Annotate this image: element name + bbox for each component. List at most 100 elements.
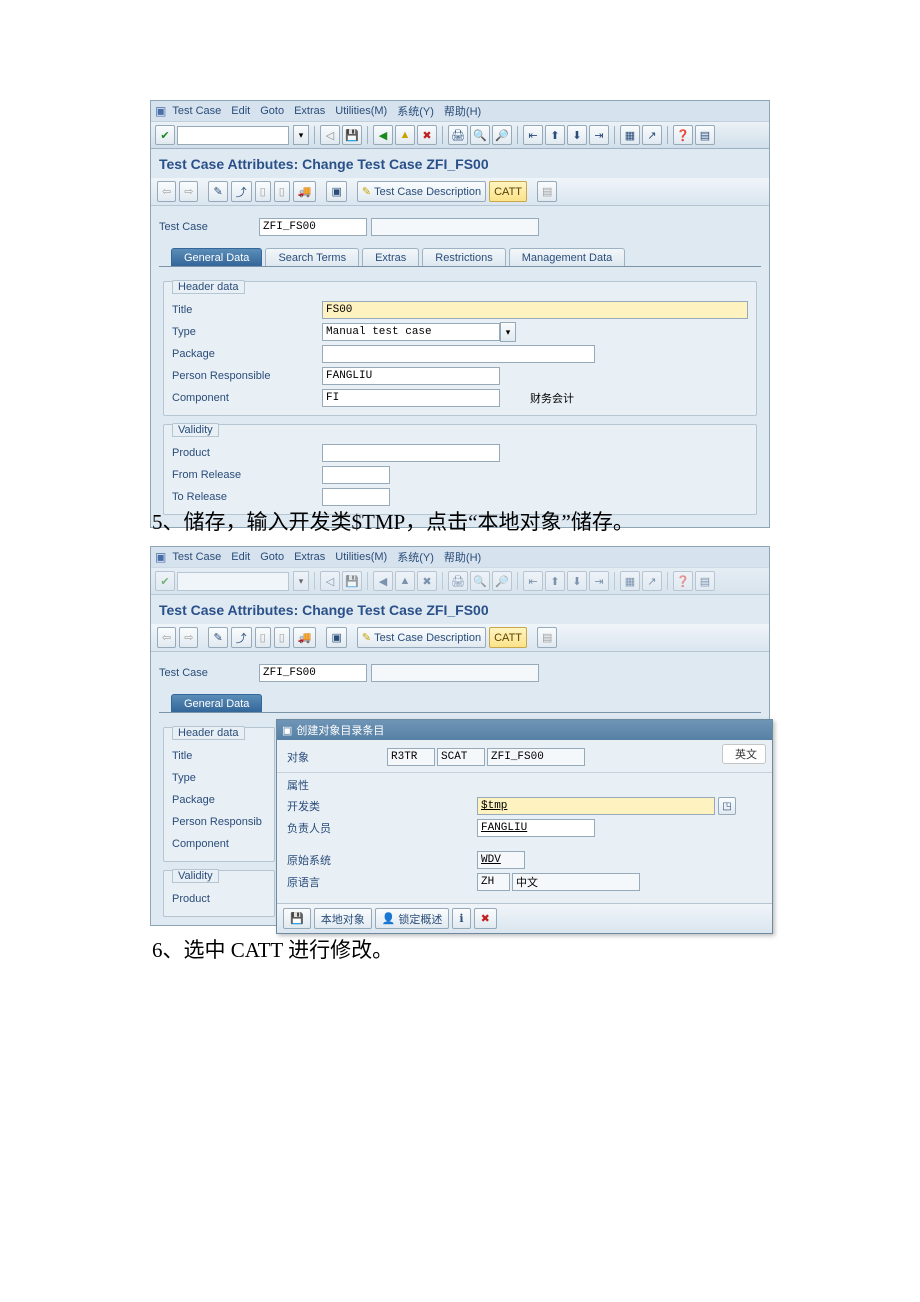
menu-testcase[interactable]: Test Case [172,105,221,117]
last-page-icon[interactable]: ⇥ [589,125,609,145]
menu-system[interactable]: 系统(Y) [397,549,434,565]
back-green-icon[interactable]: ◀ [373,125,393,145]
menu-goto[interactable]: Goto [260,105,284,117]
component-input[interactable]: FI [322,389,500,407]
cancel-icon[interactable]: ✖ [417,125,437,145]
test-case-description-button[interactable]: ✎ Test Case Description [357,627,486,648]
find-icon[interactable]: 🔍 [470,125,490,145]
command-field[interactable] [177,126,289,145]
transport-icon[interactable]: 🚚 [293,627,317,648]
to-release-input[interactable] [322,488,390,506]
test-case-description-button[interactable]: ✎ Test Case Description [357,181,486,202]
tab-management-data[interactable]: Management Data [509,248,626,266]
from-release-input[interactable] [322,466,390,484]
enter-icon[interactable]: ✔ [155,125,175,145]
prev-page-icon[interactable]: ⬆ [545,125,565,145]
toggle-display-icon[interactable]: ✎ [208,181,227,202]
layout-icon[interactable]: ▤ [695,125,715,145]
menu-help[interactable]: 帮助(H) [444,103,481,119]
nav-back-icon[interactable]: ⇦ [157,627,176,648]
check-icon[interactable]: ▣ [326,627,346,648]
dialog-title-icon: ▣ [282,724,292,737]
menu-edit[interactable]: Edit [231,551,250,563]
tabstrip: General Data Search Terms Extras Restric… [159,248,761,267]
catt-button[interactable]: CATT [489,181,527,202]
transport-icon[interactable]: 🚚 [293,181,317,202]
menu-testcase[interactable]: Test Case [172,551,221,563]
nav-fwd-icon[interactable]: ⇨ [179,181,198,202]
back-icon[interactable]: ◁ [320,125,340,145]
nav-fwd-icon[interactable]: ⇨ [179,627,198,648]
person-label: 负责人员 [287,820,387,836]
person-input[interactable]: FANGLIU [322,367,500,385]
menu-goto[interactable]: Goto [260,551,284,563]
nav-back-icon[interactable]: ⇦ [157,181,176,202]
group-validity: Validity Product From Release To Release [163,424,757,515]
exit-icon[interactable]: ▲ [395,125,415,145]
tab-restrictions[interactable]: Restrictions [422,248,505,266]
language-tag[interactable]: 英文 [722,744,766,764]
last-page-icon: ⇥ [589,571,609,591]
shortcut-icon[interactable]: ↗ [642,125,662,145]
next-page-icon[interactable]: ⬇ [567,125,587,145]
group-header-data: Header data Title FS00 Type Manual test … [163,281,757,416]
lock-overview-button[interactable]: 👤 锁定概述 [375,908,450,929]
tab-general-data[interactable]: General Data [171,694,262,712]
find-next-icon[interactable]: 🔎 [492,125,512,145]
paste-icon[interactable]: ▯ [274,181,290,202]
testcase-input[interactable]: ZFI_FS00 [259,664,367,682]
menu-system[interactable]: 系统(Y) [397,103,434,119]
testcase-input[interactable]: ZFI_FS00 [259,218,367,236]
testcase-desc [371,664,539,682]
exit-icon: ▲ [395,571,415,591]
copy-icon[interactable]: ▯ [255,627,271,648]
menu-extras[interactable]: Extras [294,551,325,563]
menu-extras[interactable]: Extras [294,105,325,117]
tab-extras[interactable]: Extras [362,248,419,266]
title-input[interactable]: FS00 [322,301,748,319]
app-toolbar: ⇦ ⇨ ✎ ⤴ ▯ ▯ 🚚 ▣ ✎ Test Case Description … [151,178,769,206]
save-icon[interactable]: 💾 [342,125,362,145]
new-session-icon[interactable]: ▦ [620,125,640,145]
catt-button[interactable]: CATT [489,627,527,648]
list-icon[interactable]: ▤ [537,181,557,202]
dlg-person-input[interactable]: FANGLIU [477,819,595,837]
cancel-button[interactable]: ✖ [474,908,497,929]
devclass-f4-icon[interactable]: ◳ [718,797,736,815]
print-icon[interactable]: 🖨 [448,125,468,145]
list-icon[interactable]: ▤ [537,627,557,648]
type-dropdown-icon[interactable]: ▾ [500,322,516,342]
save-button[interactable]: 💾 [283,908,311,929]
package-input[interactable] [322,345,595,363]
check-icon[interactable]: ▣ [326,181,346,202]
paste-icon[interactable]: ▯ [274,627,290,648]
origlang-input: ZH [477,873,510,891]
help-icon: ❓ [673,571,693,591]
menu-edit[interactable]: Edit [231,105,250,117]
first-page-icon[interactable]: ⇤ [523,125,543,145]
other-object-icon[interactable]: ⤴ [231,181,252,202]
toggle-display-icon[interactable]: ✎ [208,627,227,648]
tab-search-terms[interactable]: Search Terms [265,248,359,266]
local-object-button[interactable]: 本地对象 [314,908,372,929]
menu-help[interactable]: 帮助(H) [444,549,481,565]
menu-utilities[interactable]: Utilities(M) [335,551,387,563]
system-toolbar-2: ✔ ▾ ◁ 💾 ◀ ▲ ✖ 🖨 🔍 🔎 ⇤ ⬆ ⬇ ⇥ ▦ ↗ ❓ ▤ [151,567,769,595]
info-icon: ℹ [459,912,463,925]
to-release-label: To Release [172,491,322,503]
copy-icon[interactable]: ▯ [255,181,271,202]
command-dropdown-icon[interactable]: ▾ [293,125,309,145]
devclass-input[interactable]: $tmp [477,797,715,815]
menu-utilities[interactable]: Utilities(M) [335,105,387,117]
window-icon: ▣ [155,104,166,118]
help-icon[interactable]: ❓ [673,125,693,145]
info-button[interactable]: ℹ [452,908,470,929]
product-input[interactable] [322,444,500,462]
tab-general-data[interactable]: General Data [171,248,262,266]
group-header-title: Header data [172,280,245,294]
other-object-icon[interactable]: ⤴ [231,627,252,648]
product-label: Product [172,447,322,459]
origlang-text: 中文 [512,873,640,891]
sap-window-2: ▣ Test Case Edit Goto Extras Utilities(M… [150,546,770,926]
type-input[interactable]: Manual test case [322,323,500,341]
